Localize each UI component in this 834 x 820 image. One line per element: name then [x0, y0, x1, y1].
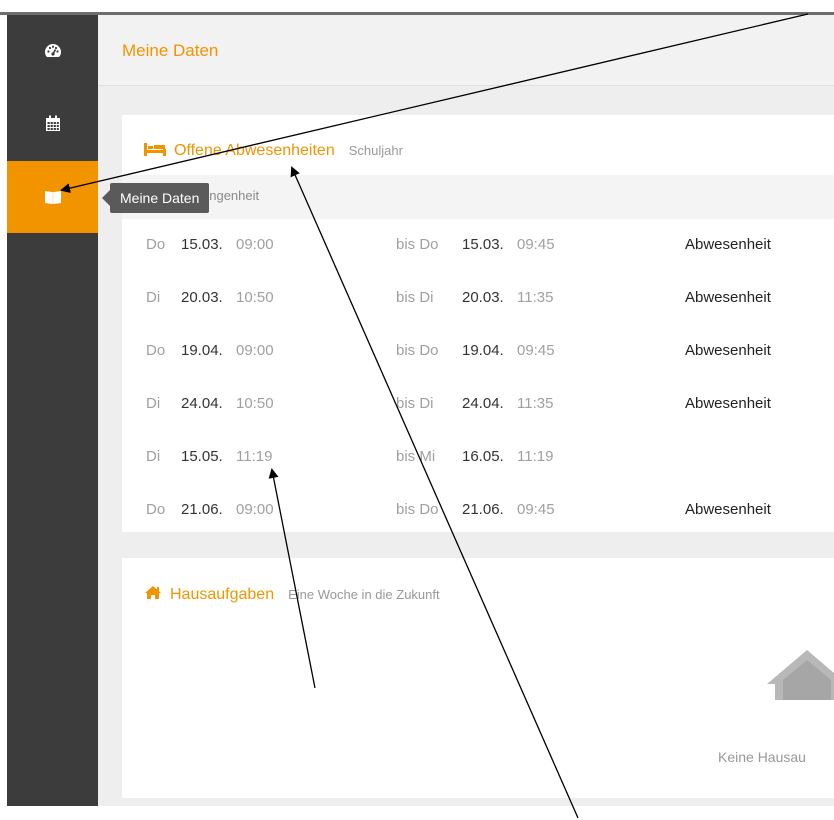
to-weekday: bis Mi	[396, 448, 436, 465]
absence-row[interactable]: Di 15.05. 11:19 bis Mi 16.05. 11:19	[122, 431, 834, 484]
absence-type: Abwesenheit	[685, 289, 771, 306]
homework-subtitle: Eine Woche in die Zukunft	[288, 587, 440, 602]
to-weekday: bis Do	[396, 236, 439, 253]
from-date: 24.04.	[181, 395, 223, 412]
home-icon	[767, 650, 834, 700]
to-date: 24.04.	[462, 395, 504, 412]
to-date: 15.03.	[462, 236, 504, 253]
from-weekday: Di	[146, 289, 161, 306]
page-title: Meine Daten	[122, 41, 219, 60]
from-date: 15.03.	[181, 236, 223, 253]
from-weekday: Di	[146, 448, 161, 465]
absences-panel-header: Offene Abwesenheiten Schuljahr	[144, 141, 403, 160]
dashboard-icon	[44, 44, 61, 57]
to-time: 09:45	[517, 236, 555, 253]
home-icon	[145, 586, 161, 599]
to-date: 21.06.	[462, 501, 504, 518]
from-time: 10:50	[236, 289, 274, 306]
absence-row[interactable]: Do 21.06. 09:00 bis Do 21.06. 09:45 Abwe…	[122, 484, 834, 537]
from-time: 09:00	[236, 501, 274, 518]
absence-row[interactable]: Do 19.04. 09:00 bis Do 19.04. 09:45 Abwe…	[122, 325, 834, 378]
sidebar-item-dashboard[interactable]	[7, 15, 98, 87]
absences-subtitle: Schuljahr	[348, 143, 403, 158]
subbar-label: angenheit	[202, 188, 260, 203]
main-content: Meine Daten Offene Abwesenheiten Schulja…	[98, 15, 834, 806]
sidebar-item-calendar[interactable]	[7, 87, 98, 159]
from-weekday: Di	[146, 395, 161, 412]
absence-type: Abwesenheit	[685, 395, 771, 412]
to-time: 11:35	[517, 289, 554, 306]
from-weekday: Do	[146, 236, 166, 253]
homework-panel-header: Hausaufgaben Eine Woche in die Zukunft	[144, 584, 440, 604]
absence-row[interactable]: Do 15.03. 09:00 bis Do 15.03. 09:45 Abwe…	[122, 219, 834, 272]
page-header: Meine Daten	[98, 15, 834, 86]
tooltip: Meine Daten	[101, 183, 210, 213]
to-date: 16.05.	[462, 448, 504, 465]
to-date: 19.04.	[462, 342, 504, 359]
homework-panel: Hausaufgaben Eine Woche in die Zukunft K…	[122, 558, 834, 798]
sidebar	[7, 15, 98, 806]
from-time: 09:00	[236, 342, 274, 359]
from-time: 09:00	[236, 236, 274, 253]
from-time: 11:19	[236, 448, 273, 465]
empty-state-text: Keine Hausau	[718, 749, 806, 765]
from-date: 20.03.	[181, 289, 223, 306]
absence-row[interactable]: Di 20.03. 10:50 bis Di 20.03. 11:35 Abwe…	[122, 272, 834, 325]
calendar-icon	[45, 115, 60, 131]
absences-title[interactable]: Offene Abwesenheiten	[174, 142, 335, 160]
bed-icon	[144, 143, 166, 156]
to-weekday: bis Do	[396, 501, 439, 518]
from-date: 21.06.	[181, 501, 223, 518]
from-weekday: Do	[146, 501, 166, 518]
absences-subbar: angenheit	[122, 175, 834, 219]
to-weekday: bis Di	[396, 395, 434, 412]
book-icon	[44, 190, 61, 204]
from-date: 19.04.	[181, 342, 223, 359]
to-time: 11:19	[517, 448, 554, 465]
to-date: 20.03.	[462, 289, 504, 306]
to-time: 09:45	[517, 342, 555, 359]
absences-panel: Offene Abwesenheiten Schuljahr angenheit…	[122, 115, 834, 532]
absence-row[interactable]: Di 24.04. 10:50 bis Di 24.04. 11:35 Abwe…	[122, 378, 834, 431]
to-weekday: bis Di	[396, 289, 434, 306]
from-date: 15.05.	[181, 448, 223, 465]
to-weekday: bis Do	[396, 342, 439, 359]
from-time: 10:50	[236, 395, 274, 412]
sidebar-item-meine-daten[interactable]	[7, 161, 98, 233]
absence-type: Abwesenheit	[685, 236, 771, 253]
absence-type: Abwesenheit	[685, 501, 771, 518]
to-time: 09:45	[517, 501, 555, 518]
homework-title[interactable]: Hausaufgaben	[170, 586, 274, 604]
absence-type: Abwesenheit	[685, 342, 771, 359]
to-time: 11:35	[517, 395, 554, 412]
from-weekday: Do	[146, 342, 166, 359]
